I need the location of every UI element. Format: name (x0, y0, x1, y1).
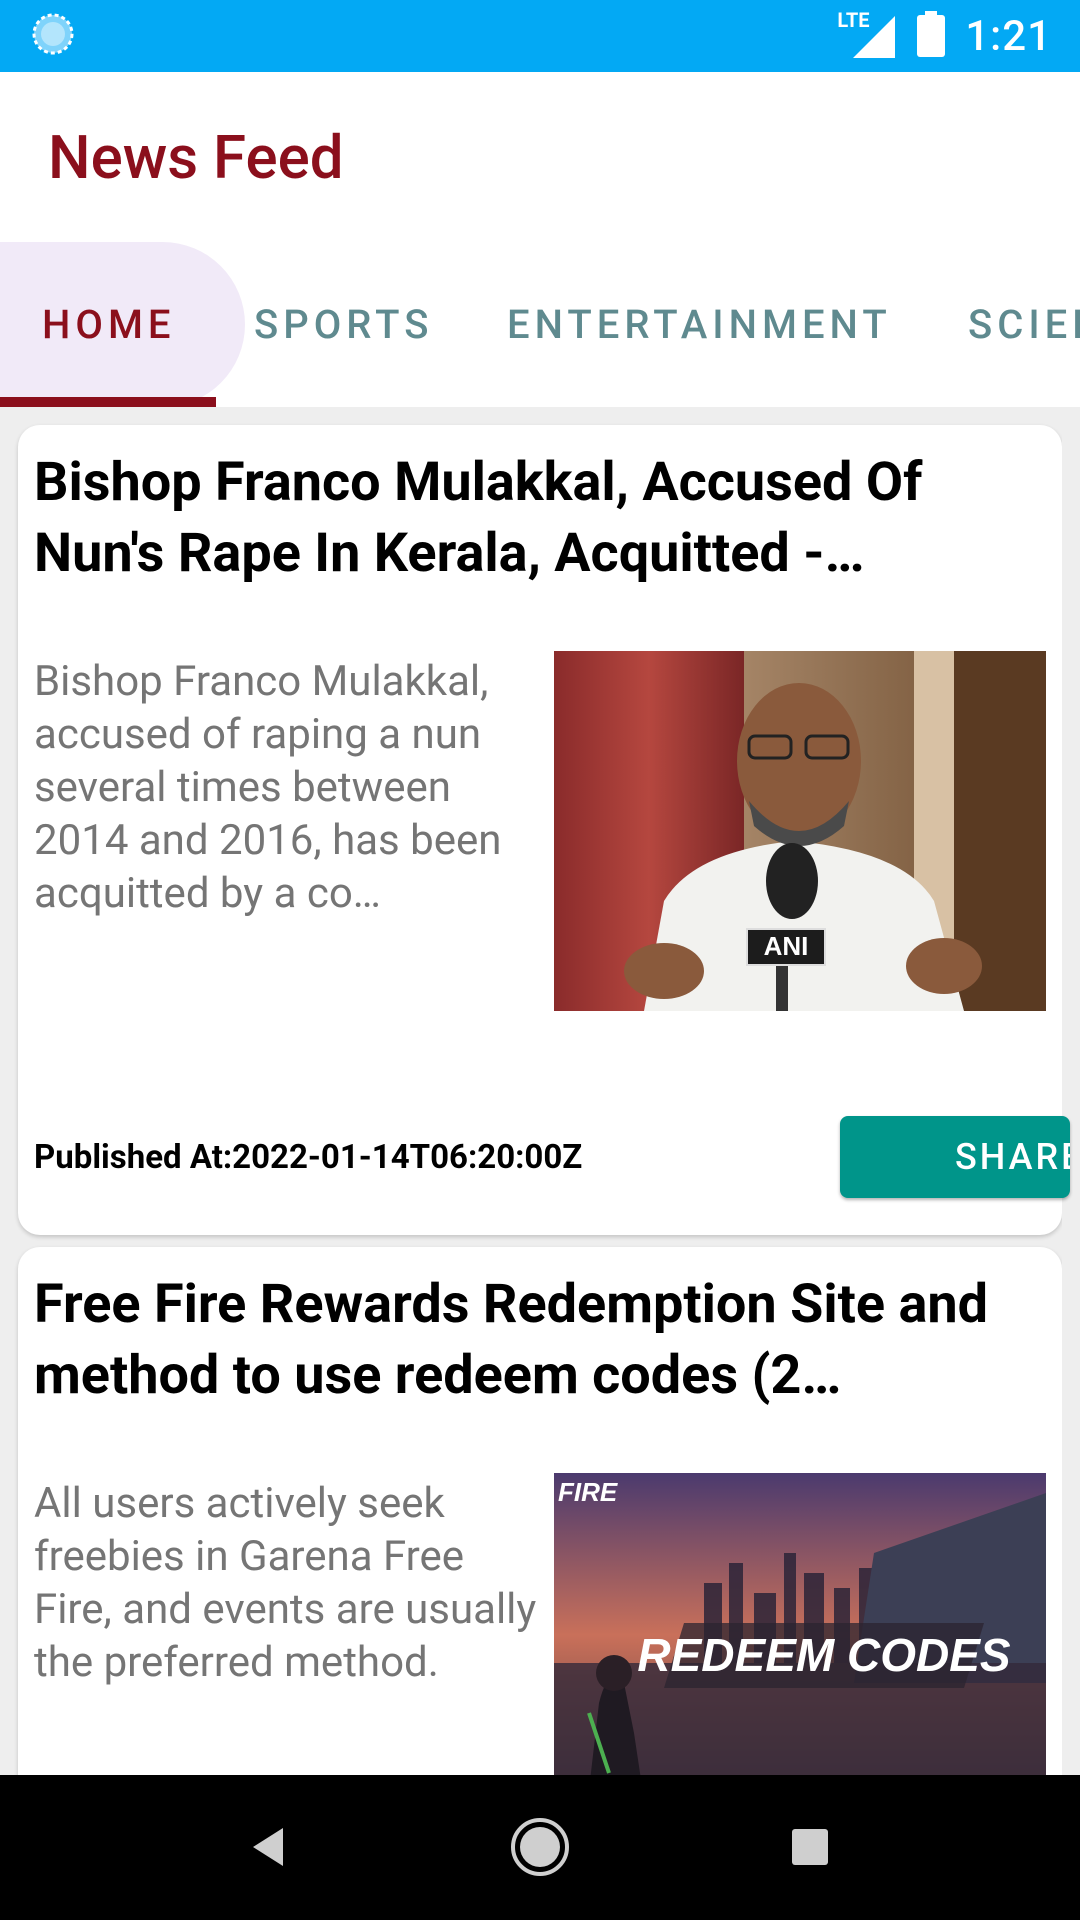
lte-signal-icon: LTE (837, 8, 897, 60)
status-bar: LTE 1:21 (0, 0, 1080, 72)
share-button[interactable]: SHARE (840, 1116, 1070, 1198)
article-headline[interactable]: Bishop Franco Mulakkal, Accused Of Nun's… (34, 447, 1044, 589)
recents-icon[interactable] (774, 1811, 846, 1883)
sync-icon (30, 11, 76, 61)
article-description: Bishop Franco Mulakkal, accused of rapin… (34, 657, 502, 918)
article-headline[interactable]: Free Fire Rewards Redemption Site and me… (34, 1269, 1044, 1411)
tab-indicator (0, 397, 216, 407)
article-description: All users actively seek freebies in Gare… (34, 1479, 537, 1687)
app-title: News Feed (48, 121, 344, 193)
back-icon[interactable] (234, 1811, 306, 1883)
tab-entertainment[interactable]: ENTERTAINMENT (507, 242, 892, 407)
battery-icon (917, 11, 946, 61)
home-icon[interactable] (504, 1811, 576, 1883)
article-card[interactable]: Free Fire Rewards Redemption Site and me… (18, 1247, 1062, 1775)
share-button-label: SHARE (955, 1136, 1070, 1178)
tab-sports[interactable]: SPORTS (254, 242, 433, 407)
app-bar: News Feed (0, 72, 1080, 242)
image-caption: REDEEM CODES (637, 1629, 1010, 1681)
published-date: Published At:2022-01-14T06:20:00Z (34, 1138, 583, 1177)
tab-home[interactable]: HOME (42, 242, 176, 407)
navigation-bar (0, 1775, 1080, 1920)
tab-science[interactable]: SCIENCE (968, 242, 1080, 407)
article-image[interactable]: REDEEM CODES FIRE (554, 1473, 1046, 1775)
article-card[interactable]: Bishop Franco Mulakkal, Accused Of Nun's… (18, 425, 1062, 1235)
news-feed[interactable]: Bishop Franco Mulakkal, Accused Of Nun's… (0, 407, 1080, 1775)
article-image[interactable]: ANI (554, 651, 1046, 1011)
clock: 1:21 (965, 11, 1052, 61)
mic-logo-text: ANI (764, 931, 809, 961)
tab-bar: HOME SPORTS ENTERTAINMENT SCIENCE (0, 242, 1080, 407)
image-logo: FIRE (558, 1477, 618, 1507)
